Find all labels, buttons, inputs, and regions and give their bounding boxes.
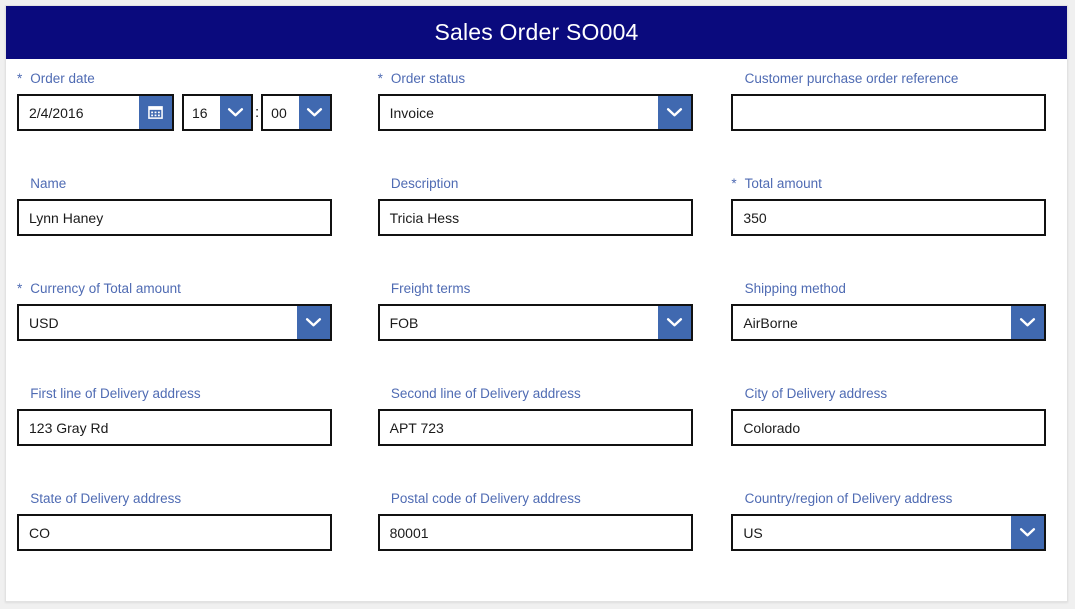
field-label-postal-code-of-delivery-address: *Postal code of Delivery address bbox=[390, 491, 581, 506]
first-line-of-delivery-address-value[interactable]: 123 Gray Rd bbox=[19, 411, 330, 444]
form-row: *First line of Delivery address 123 Gray… bbox=[6, 374, 1067, 479]
form-row: *State of Delivery address CO *Postal co… bbox=[6, 479, 1067, 584]
description-input[interactable]: Tricia Hess bbox=[377, 199, 693, 236]
order-minute-value[interactable]: 00 bbox=[263, 96, 299, 129]
required-marker: * bbox=[17, 71, 23, 86]
currency-of-total-amount-value[interactable]: USD bbox=[19, 306, 297, 339]
field-label-city-of-delivery-address: *City of Delivery address bbox=[744, 386, 888, 401]
chevron-down-icon[interactable] bbox=[1011, 306, 1045, 339]
field-total-amount: * Total amount 350 bbox=[713, 164, 1067, 269]
chevron-down-icon[interactable] bbox=[297, 306, 330, 339]
field-customer-purchase-order-reference: *Customer purchase order reference bbox=[713, 59, 1067, 164]
field-label-order-date: * Order date bbox=[17, 71, 95, 86]
form-row: *Currency of Total amount USD *Freight t… bbox=[6, 269, 1067, 374]
field-name: *Name Lynn Haney bbox=[6, 164, 360, 269]
customer-purchase-order-reference-input[interactable] bbox=[731, 94, 1047, 131]
state-of-delivery-address-input[interactable]: CO bbox=[17, 514, 332, 551]
second-line-of-delivery-address-value[interactable]: APT 723 bbox=[380, 411, 691, 444]
field-label-name: *Name bbox=[30, 176, 67, 191]
chevron-down-icon[interactable] bbox=[299, 96, 331, 129]
order-hour-value[interactable]: 16 bbox=[184, 96, 220, 129]
order-minute-select[interactable]: 00 bbox=[261, 94, 333, 131]
field-order-status: * Order status Invoice bbox=[360, 59, 714, 164]
required-marker: * bbox=[377, 71, 383, 86]
order-date-input-wrapper[interactable]: 2/4/2016 bbox=[17, 94, 174, 131]
sales-order-form: * Order date 2/4/2016 16 : 00 * Order st… bbox=[6, 59, 1067, 584]
form-row: * Order date 2/4/2016 16 : 00 * Order st… bbox=[6, 59, 1067, 164]
description-value[interactable]: Tricia Hess bbox=[380, 201, 691, 234]
order-status-select[interactable]: Invoice bbox=[377, 94, 693, 131]
country-region-of-delivery-address-value[interactable]: US bbox=[733, 516, 1011, 549]
total-amount-value[interactable]: 350 bbox=[733, 201, 1044, 234]
field-label-description: *Description bbox=[390, 176, 459, 191]
field-label-country-region-of-delivery-address: *Country/region of Delivery address bbox=[744, 491, 953, 506]
customer-purchase-order-reference-value[interactable] bbox=[733, 96, 1044, 129]
page-title-bar: Sales Order SO004 bbox=[6, 6, 1067, 59]
total-amount-input[interactable]: 350 bbox=[731, 199, 1047, 236]
chevron-down-icon[interactable] bbox=[657, 96, 691, 129]
chevron-down-icon[interactable] bbox=[1011, 516, 1045, 549]
field-label-total-amount: * Total amount bbox=[731, 176, 822, 191]
form-row: *Name Lynn Haney *Description Tricia Hes… bbox=[6, 164, 1067, 269]
city-of-delivery-address-input[interactable]: Colorado bbox=[731, 409, 1047, 446]
required-marker: * bbox=[731, 176, 737, 191]
shipping-method-value[interactable]: AirBorne bbox=[733, 306, 1011, 339]
field-label-state-of-delivery-address: *State of Delivery address bbox=[30, 491, 182, 506]
order-date-time-group: 2/4/2016 16 : 00 bbox=[17, 94, 360, 131]
field-label-shipping-method: *Shipping method bbox=[744, 281, 846, 296]
page-title: Sales Order SO004 bbox=[434, 19, 639, 45]
order-hour-select[interactable]: 16 bbox=[182, 94, 253, 131]
second-line-of-delivery-address-input[interactable]: APT 723 bbox=[377, 409, 693, 446]
time-separator: : bbox=[255, 104, 260, 121]
chevron-down-icon[interactable] bbox=[657, 306, 691, 339]
order-date-value[interactable]: 2/4/2016 bbox=[19, 96, 139, 129]
field-label-second-line-of-delivery-address: *Second line of Delivery address bbox=[390, 386, 581, 401]
chevron-down-icon[interactable] bbox=[220, 96, 251, 129]
freight-terms-select[interactable]: FOB bbox=[377, 304, 693, 341]
field-order-date: * Order date 2/4/2016 16 : 00 bbox=[6, 59, 360, 164]
city-of-delivery-address-value[interactable]: Colorado bbox=[733, 411, 1044, 444]
shipping-method-select[interactable]: AirBorne bbox=[731, 304, 1047, 341]
field-postal-code-of-delivery-address: *Postal code of Delivery address 80001 bbox=[360, 479, 714, 584]
field-label-first-line-of-delivery-address: *First line of Delivery address bbox=[30, 386, 201, 401]
field-state-of-delivery-address: *State of Delivery address CO bbox=[6, 479, 360, 584]
postal-code-of-delivery-address-input[interactable]: 80001 bbox=[377, 514, 693, 551]
postal-code-of-delivery-address-value[interactable]: 80001 bbox=[380, 516, 691, 549]
field-label-currency-of-total-amount: * Currency of Total amount bbox=[17, 281, 181, 296]
sales-order-form-panel: Sales Order SO004 * Order date 2/4/2016 1… bbox=[5, 5, 1068, 602]
freight-terms-value[interactable]: FOB bbox=[380, 306, 658, 339]
name-input[interactable]: Lynn Haney bbox=[17, 199, 332, 236]
state-of-delivery-address-value[interactable]: CO bbox=[19, 516, 330, 549]
field-label-order-status: * Order status bbox=[377, 71, 466, 86]
field-description: *Description Tricia Hess bbox=[360, 164, 714, 269]
first-line-of-delivery-address-input[interactable]: 123 Gray Rd bbox=[17, 409, 332, 446]
field-freight-terms: *Freight terms FOB bbox=[360, 269, 714, 374]
required-marker: * bbox=[17, 281, 23, 296]
calendar-icon[interactable] bbox=[139, 96, 172, 129]
country-region-of-delivery-address-select[interactable]: US bbox=[731, 514, 1047, 551]
order-status-value[interactable]: Invoice bbox=[380, 96, 658, 129]
name-value[interactable]: Lynn Haney bbox=[19, 201, 330, 234]
field-currency-of-total-amount: * Currency of Total amount USD bbox=[6, 269, 360, 374]
field-shipping-method: *Shipping method AirBorne bbox=[713, 269, 1067, 374]
field-label-freight-terms: *Freight terms bbox=[390, 281, 471, 296]
field-label-customer-purchase-order-reference: *Customer purchase order reference bbox=[744, 71, 959, 86]
field-second-line-of-delivery-address: *Second line of Delivery address APT 723 bbox=[360, 374, 714, 479]
field-first-line-of-delivery-address: *First line of Delivery address 123 Gray… bbox=[6, 374, 360, 479]
currency-of-total-amount-select[interactable]: USD bbox=[17, 304, 332, 341]
field-country-region-of-delivery-address: *Country/region of Delivery address US bbox=[713, 479, 1067, 584]
field-city-of-delivery-address: *City of Delivery address Colorado bbox=[713, 374, 1067, 479]
